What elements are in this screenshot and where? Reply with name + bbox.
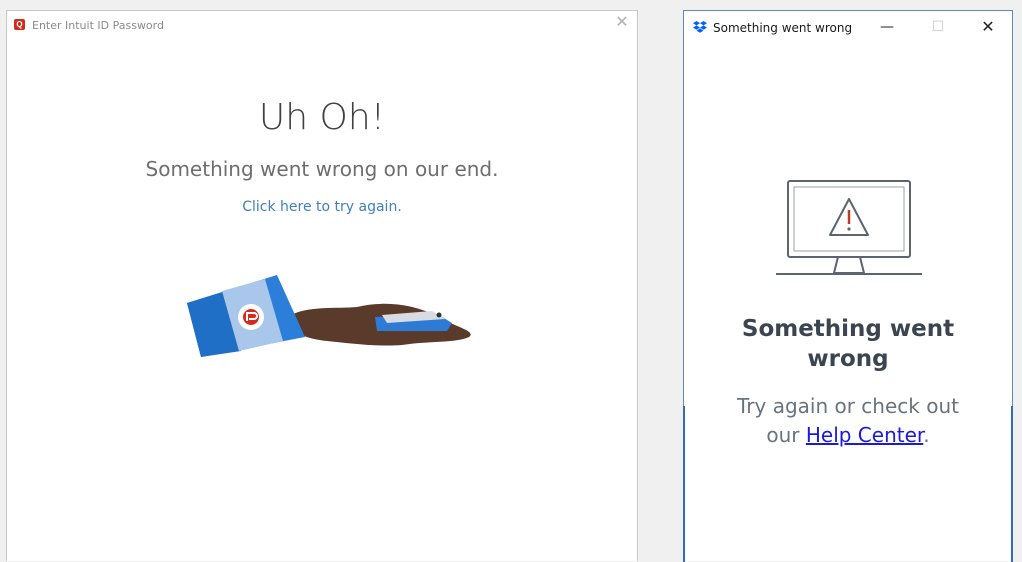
dropbox-message-line1: Try again or check out (737, 394, 959, 418)
close-icon[interactable]: ✕ (613, 14, 631, 32)
intuit-titlebar: Q Enter Intuit ID Password ✕ (7, 11, 637, 39)
message-suffix: . (923, 423, 930, 447)
dropbox-window-title: Something went wrong (713, 21, 853, 35)
message-prefix: our (766, 423, 806, 447)
monitor-warning-icon (776, 180, 922, 275)
dropbox-error-heading-line2: wrong (807, 346, 889, 372)
spilled-coffee-illustration (187, 275, 471, 357)
help-center-link[interactable]: Help Center (806, 423, 923, 447)
error-subheading: Something went wrong on our end. (145, 157, 499, 181)
intuit-window-title: Enter Intuit ID Password (32, 19, 164, 32)
close-button[interactable]: ✕ (973, 15, 1003, 39)
maximize-button[interactable]: ☐ (923, 15, 953, 39)
dropbox-error-heading-line1: Something went (741, 316, 955, 342)
intuit-window: Q Enter Intuit ID Password ✕ Uh Oh! Some… (6, 10, 638, 561)
dropbox-icon (693, 21, 707, 33)
dropbox-message-line2: our Help Center. (684, 421, 1012, 450)
minimize-button[interactable]: — (872, 15, 902, 39)
lid-hole (436, 312, 442, 318)
dropbox-window: Something went wrong — ☐ ✕ Something wen… (683, 10, 1013, 562)
intuit-app-icon: Q (14, 19, 25, 30)
dropbox-titlebar: Something went wrong — ☐ ✕ (684, 11, 1012, 43)
dropbox-error-heading: Something went wrong (684, 314, 1012, 374)
dropbox-error-message: Try again or check out our Help Center. (684, 392, 1012, 450)
retry-link[interactable]: Click here to try again. (7, 199, 637, 215)
error-heading: Uh Oh! (258, 97, 386, 138)
